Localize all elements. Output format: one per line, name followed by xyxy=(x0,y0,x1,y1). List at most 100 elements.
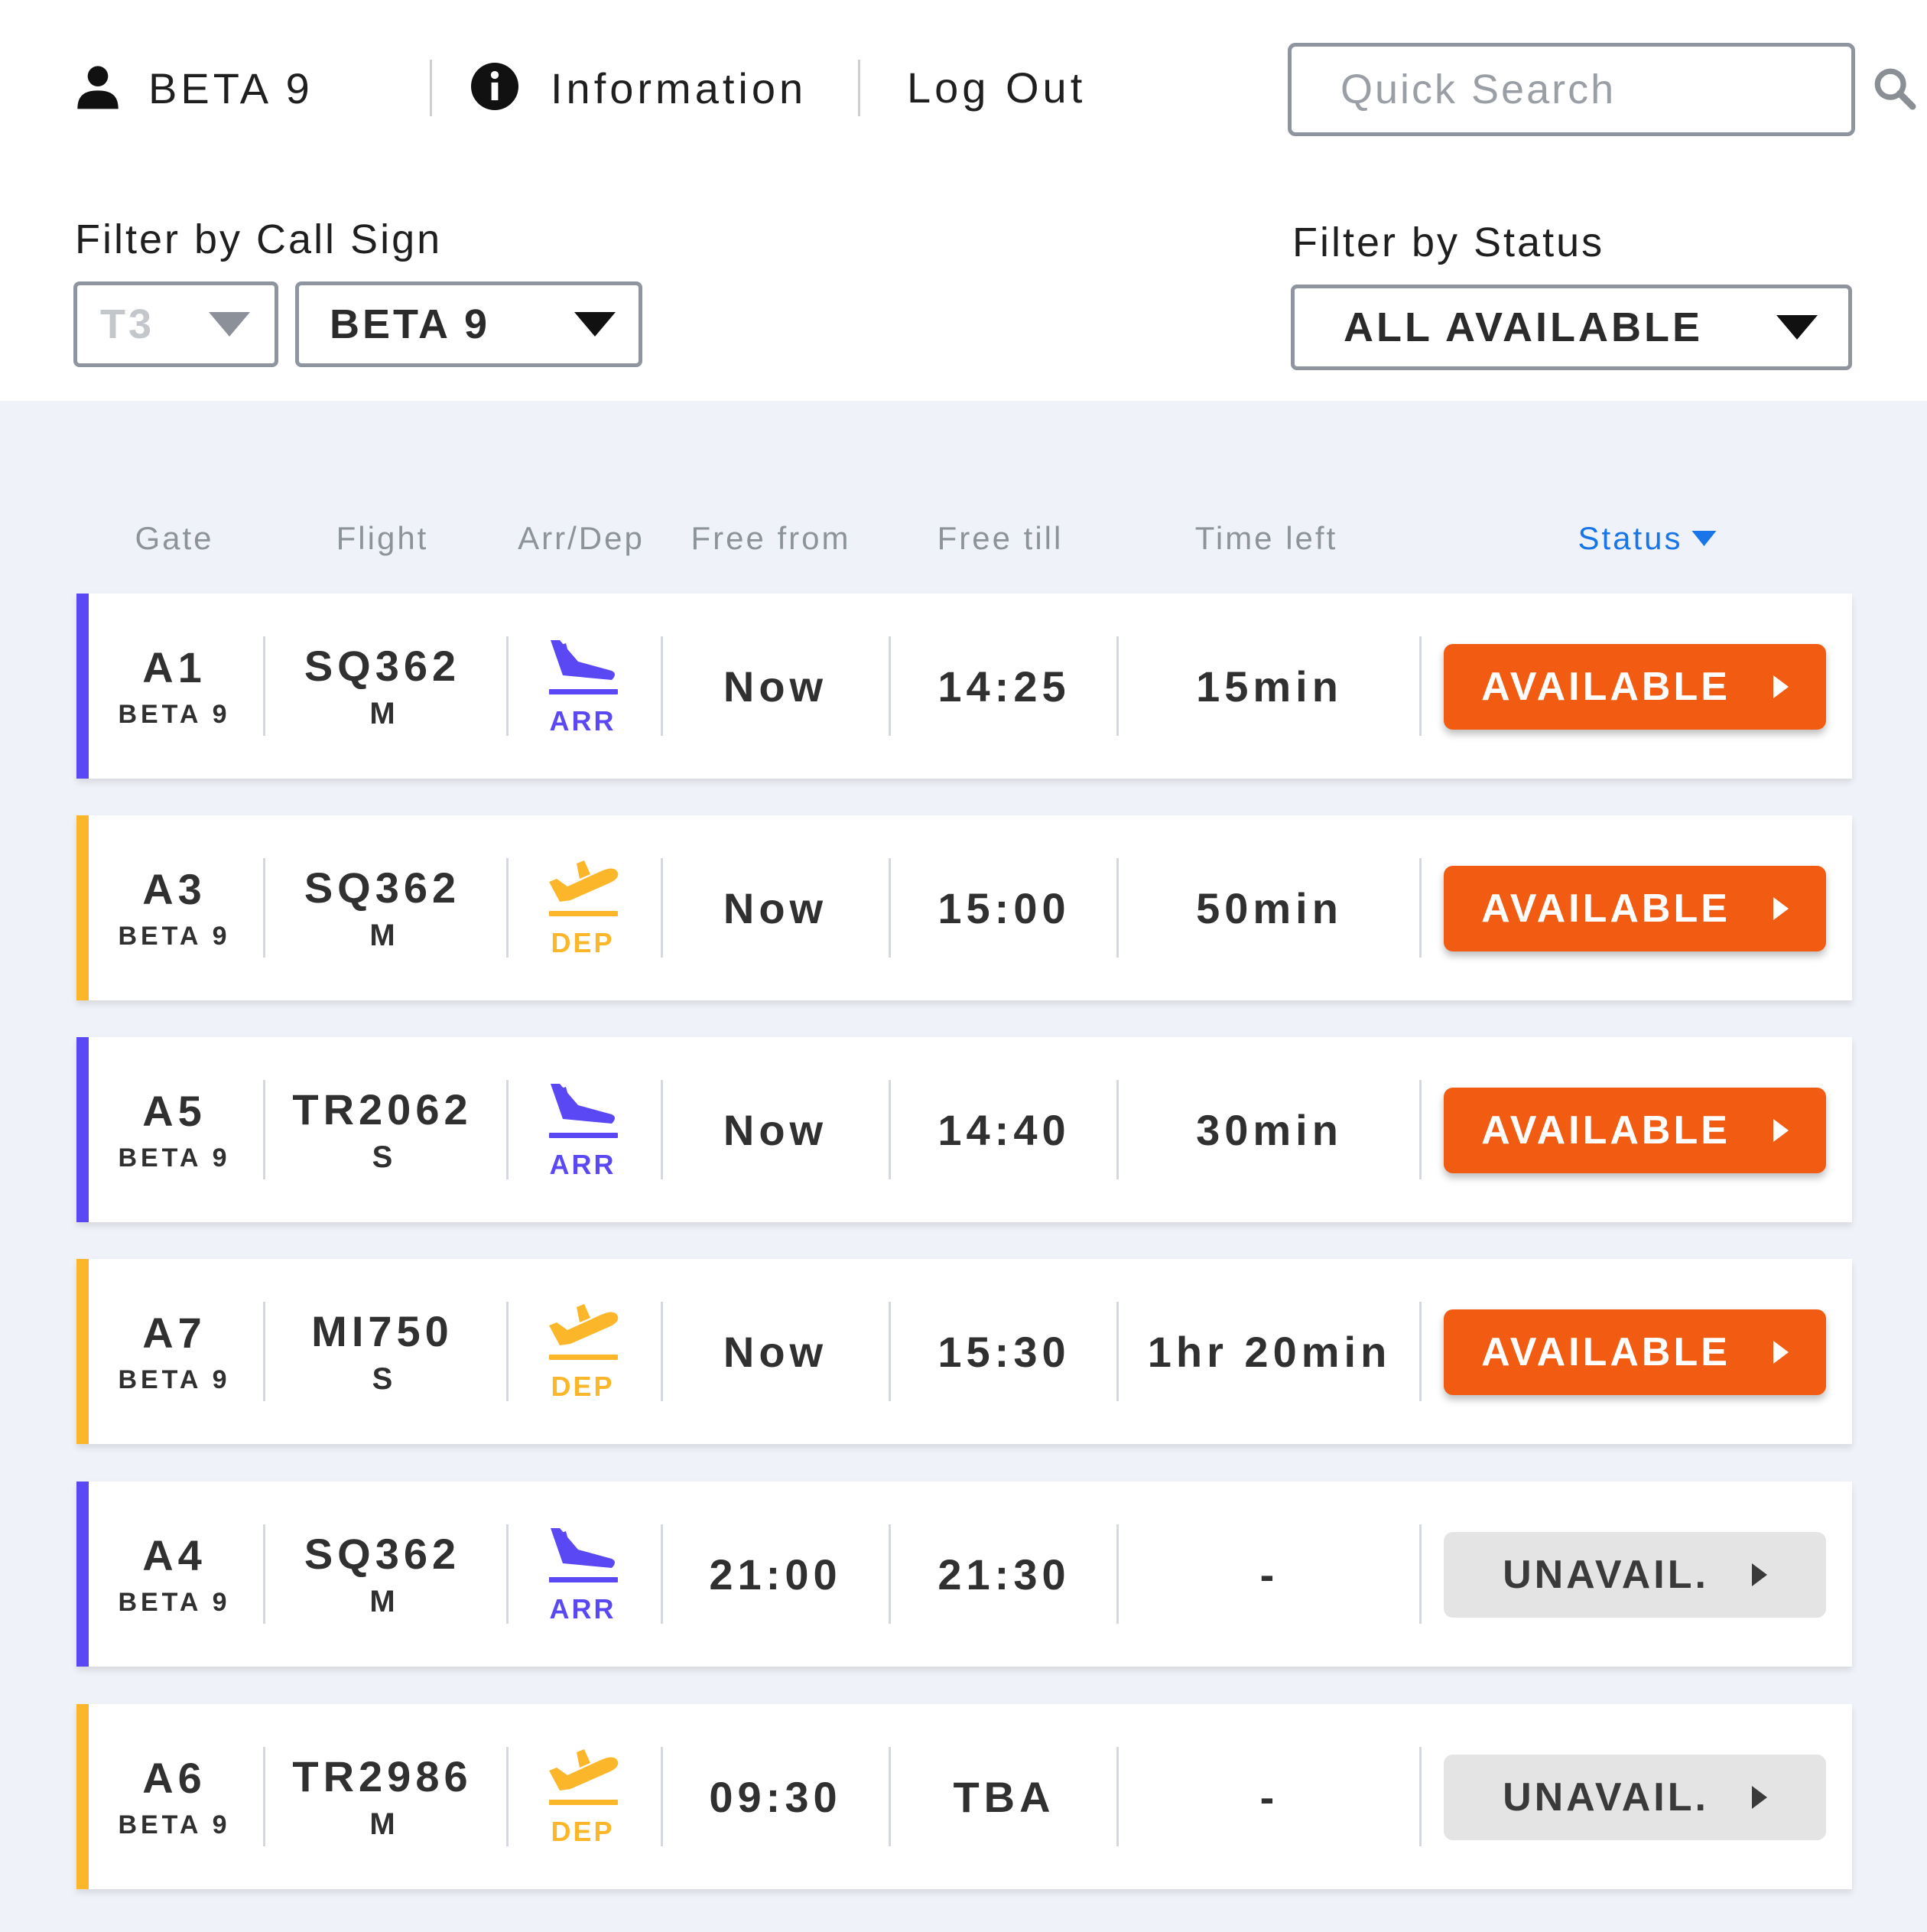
table-row[interactable]: A6 BETA 9 TR2986 M DEP 09:30 TBA - UNAVAIL. xyxy=(76,1704,1852,1889)
cell-divider xyxy=(506,1080,509,1179)
column-header-flight[interactable]: Flight xyxy=(336,520,429,557)
unavailable-status-button[interactable]: UNAVAIL. xyxy=(1444,1532,1826,1618)
arrdep-label: ARR xyxy=(549,1592,616,1625)
user-profile[interactable]: BETA 9 xyxy=(73,61,314,115)
time-left-value: 15min xyxy=(1196,662,1343,711)
arrdep-cell: DEP xyxy=(544,1704,621,1889)
cell-divider xyxy=(263,1747,265,1846)
free-from-value: Now xyxy=(723,883,828,932)
free-from-value: 09:30 xyxy=(709,1772,842,1821)
time-left-value: - xyxy=(1259,1550,1279,1599)
cell-divider xyxy=(661,636,663,736)
unavailable-status-button[interactable]: UNAVAIL. xyxy=(1444,1755,1826,1840)
chevron-down-icon xyxy=(209,312,250,337)
column-header-gate[interactable]: Gate xyxy=(135,520,213,557)
arrdep-label: ARR xyxy=(549,704,616,737)
gate-callsign: BETA 9 xyxy=(118,922,231,951)
plane-arrival-icon xyxy=(544,1524,621,1593)
aircraft-size: M xyxy=(369,1585,395,1618)
arrdep-cell: DEP xyxy=(544,1259,621,1444)
cell-divider xyxy=(1116,636,1119,736)
information-link[interactable]: Information xyxy=(471,61,807,115)
arrdep-label: DEP xyxy=(551,1815,615,1847)
available-status-button[interactable]: AVAILABLE xyxy=(1444,644,1826,730)
flight-cell: SQ362 M xyxy=(304,594,460,779)
play-arrow-icon xyxy=(1773,1119,1789,1142)
available-status-button[interactable]: AVAILABLE xyxy=(1444,1309,1826,1395)
flight-number: SQ362 xyxy=(304,642,461,690)
play-arrow-icon xyxy=(1751,1563,1767,1586)
sort-descending-icon xyxy=(1691,531,1717,546)
play-arrow-icon xyxy=(1773,1341,1789,1364)
arrival-stripe xyxy=(76,594,89,779)
free-till-cell: 14:25 xyxy=(938,594,1070,779)
plane-departure-icon xyxy=(544,1301,621,1371)
free-till-value: 14:25 xyxy=(938,662,1071,711)
arrdep-cell: DEP xyxy=(544,815,621,1000)
flight-number: MI750 xyxy=(311,1307,453,1355)
gate-cell: A6 BETA 9 xyxy=(118,1704,230,1889)
cell-divider xyxy=(263,1080,265,1179)
cell-divider xyxy=(263,636,265,736)
available-status-button[interactable]: AVAILABLE xyxy=(1444,1088,1826,1173)
cell-divider xyxy=(263,858,265,958)
gate-id: A4 xyxy=(142,1531,206,1579)
terminal-select[interactable]: T3 xyxy=(73,281,278,367)
departure-stripe xyxy=(76,1259,89,1444)
quick-search-box[interactable] xyxy=(1288,43,1916,136)
gate-callsign: BETA 9 xyxy=(118,700,231,729)
available-status-button[interactable]: AVAILABLE xyxy=(1444,866,1826,951)
status-label: UNAVAIL. xyxy=(1503,1775,1709,1820)
gate-cell: A7 BETA 9 xyxy=(118,1259,230,1444)
cell-divider xyxy=(1419,1302,1422,1401)
flight-cell: SQ362 M xyxy=(304,1482,460,1667)
column-header-time-left[interactable]: Time left xyxy=(1195,520,1337,557)
cell-divider xyxy=(889,1080,891,1179)
flight-cell: MI750 S xyxy=(311,1259,453,1444)
time-left-value: 30min xyxy=(1196,1105,1343,1154)
table-row[interactable]: A1 BETA 9 SQ362 M ARR Now 14:25 15min AVAILABLE xyxy=(76,594,1852,779)
status-select[interactable]: ALL AVAILABLE xyxy=(1291,285,1852,370)
free-from-value: 21:00 xyxy=(709,1550,842,1599)
table-row[interactable]: A7 BETA 9 MI750 S DEP Now 15:30 1hr 20min AVAILA… xyxy=(76,1259,1852,1444)
flight-number: TR2062 xyxy=(292,1085,473,1134)
plane-departure-icon xyxy=(544,1746,621,1816)
call-sign-select[interactable]: BETA 9 xyxy=(295,281,642,367)
call-sign-select-value: BETA 9 xyxy=(330,301,491,347)
aircraft-size: M xyxy=(369,697,395,730)
free-from-cell: Now xyxy=(723,594,827,779)
flight-cell: TR2062 S xyxy=(292,1037,472,1222)
status-label: AVAILABLE xyxy=(1481,1330,1730,1374)
search-icon[interactable] xyxy=(1872,66,1916,114)
column-header-arrdep[interactable]: Arr/Dep xyxy=(518,520,645,557)
arrival-stripe xyxy=(76,1482,89,1667)
cell-divider xyxy=(661,858,663,958)
free-from-cell: 21:00 xyxy=(709,1482,841,1667)
column-header-free-from[interactable]: Free from xyxy=(691,520,850,557)
information-label: Information xyxy=(551,63,808,112)
time-left-cell: 50min xyxy=(1196,815,1343,1000)
table-row[interactable]: A3 BETA 9 SQ362 M DEP Now 15:00 50min AVAILABLE xyxy=(76,815,1852,1000)
gate-cell: A5 BETA 9 xyxy=(118,1037,230,1222)
free-till-value: 15:30 xyxy=(938,1327,1071,1376)
table-row[interactable]: A4 BETA 9 SQ362 M ARR 21:00 21:30 - UNAVAIL. xyxy=(76,1482,1852,1667)
time-left-cell: 30min xyxy=(1196,1037,1343,1222)
cell-divider xyxy=(1419,1747,1422,1846)
cell-divider xyxy=(889,1302,891,1401)
gate-cell: A3 BETA 9 xyxy=(118,815,230,1000)
column-header-free-till[interactable]: Free till xyxy=(938,520,1064,557)
cell-divider xyxy=(506,636,509,736)
header-divider xyxy=(858,60,860,116)
column-header-status[interactable]: Status xyxy=(1578,520,1717,557)
arrdep-label: DEP xyxy=(551,926,615,958)
free-till-value: 21:30 xyxy=(938,1550,1071,1599)
time-left-cell: - xyxy=(1260,1704,1279,1889)
search-input[interactable] xyxy=(1340,66,1872,113)
play-arrow-icon xyxy=(1773,897,1789,920)
cell-divider xyxy=(661,1302,663,1401)
table-row[interactable]: A5 BETA 9 TR2062 S ARR Now 14:40 30min AVAILABLE xyxy=(76,1037,1852,1222)
user-name: BETA 9 xyxy=(148,63,314,112)
gate-id: A5 xyxy=(142,1087,206,1135)
logout-link[interactable]: Log Out xyxy=(907,61,1086,115)
arrdep-cell: ARR xyxy=(544,1482,621,1667)
